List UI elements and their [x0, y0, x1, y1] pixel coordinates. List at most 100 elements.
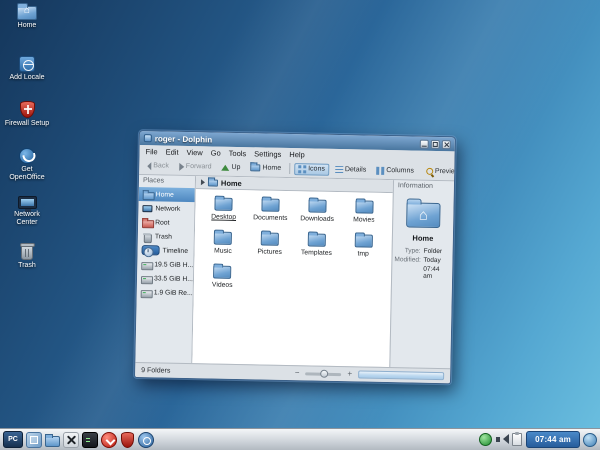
desktop-icon-home[interactable]: Home — [4, 3, 50, 30]
columns-view-icon — [376, 166, 385, 175]
preview-label: Preview — [434, 167, 456, 176]
trash-icon — [20, 243, 35, 260]
places-item-trash[interactable]: Trash — [138, 229, 194, 244]
places-item-home[interactable]: Home — [138, 187, 195, 203]
folder-item-music[interactable]: Music — [200, 231, 247, 255]
columns-view-button[interactable]: Columns — [372, 164, 418, 177]
trash-icon — [142, 231, 152, 241]
icons-view-label: Icons — [308, 165, 325, 173]
places-item-network[interactable]: Network — [138, 201, 194, 216]
desktop-icon-firewall-setup[interactable]: Firewall Setup — [4, 101, 50, 128]
zoom-slider-handle[interactable] — [320, 369, 329, 378]
x-tool-icon[interactable] — [63, 431, 79, 448]
folder-item-documents[interactable]: Documents — [247, 198, 294, 222]
folder-icon — [143, 189, 153, 199]
removable-drive-icon — [141, 287, 151, 297]
desktop-icon-network-center[interactable]: Network Center — [4, 196, 50, 227]
clock-icon — [141, 245, 160, 256]
dolphin-window: roger - Dolphin File Edit View Go Tools … — [134, 130, 456, 385]
menu-help[interactable]: Help — [289, 150, 305, 159]
modified-value-day: Today — [423, 256, 441, 265]
control-center-icon[interactable] — [138, 431, 154, 448]
home-folder-icon — [17, 3, 37, 20]
preview-button[interactable]: Preview — [422, 166, 456, 178]
menu-file[interactable]: File — [145, 147, 157, 156]
zoom-slider[interactable] — [305, 369, 342, 378]
places-item-timeline[interactable]: Timeline — [137, 243, 193, 258]
zoom-in-icon[interactable]: + — [347, 369, 352, 378]
dolphin-app-icon — [143, 134, 152, 143]
minimize-button[interactable] — [419, 139, 429, 149]
folder-count: 9 Folders — [141, 366, 171, 375]
show-desktop-icon[interactable] — [26, 431, 42, 448]
menu-tools[interactable]: Tools — [229, 148, 247, 157]
home-button[interactable]: Home — [246, 162, 285, 174]
places-item-drive-1[interactable]: 19.5 GiB H... — [137, 257, 193, 272]
menu-edit[interactable]: Edit — [166, 147, 179, 156]
folder-view-container: Home Desktop Documents Downloads Movies … — [192, 176, 394, 368]
breadcrumb-home[interactable]: Home — [221, 178, 242, 187]
places-item-root[interactable]: Root — [138, 215, 194, 230]
folder-item-videos[interactable]: Videos — [199, 265, 246, 289]
window-controls — [419, 139, 451, 149]
places-item-label: Network — [155, 204, 181, 213]
folder-label: Videos — [211, 281, 233, 289]
panel-toolbox-icon[interactable] — [583, 432, 597, 447]
desktop-icon-label: Get OpenOffice — [9, 166, 45, 181]
menu-view[interactable]: View — [187, 147, 203, 156]
folder-label: Templates — [300, 249, 332, 257]
folder-label: Downloads — [300, 215, 335, 223]
places-item-drive-2[interactable]: 33.5 GiB H... — [137, 271, 193, 286]
folder-item-tmp[interactable]: tmp — [340, 234, 387, 258]
icons-view-icon — [298, 164, 307, 173]
forward-label: Forward — [185, 162, 212, 171]
clock[interactable]: 07:44 am — [526, 431, 580, 448]
package-manager-icon[interactable] — [101, 431, 117, 448]
type-label: Type: — [404, 247, 421, 255]
folder-icon — [214, 197, 234, 211]
network-status-icon[interactable] — [479, 433, 493, 446]
icons-view-button[interactable]: Icons — [294, 162, 329, 176]
desktop-icon-label: Firewall Setup — [4, 120, 50, 127]
free-space-indicator — [358, 370, 445, 381]
maximize-button[interactable] — [430, 139, 440, 149]
desktop-icon-get-openoffice[interactable]: Get OpenOffice — [4, 148, 50, 182]
desktop-icon-trash[interactable]: Trash — [4, 243, 50, 270]
firewall-shield-icon — [19, 101, 35, 118]
terminal-icon[interactable] — [82, 431, 98, 448]
places-item-label: 1.9 GiB Re... — [153, 288, 193, 297]
desktop-icon-add-locale[interactable]: Add Locale — [4, 56, 50, 82]
volume-icon[interactable] — [495, 433, 510, 446]
details-view-button[interactable]: Details — [331, 163, 371, 176]
folder-item-desktop[interactable]: Desktop — [200, 197, 247, 221]
places-item-label: Home — [155, 190, 174, 199]
details-view-label: Details — [344, 166, 367, 174]
folder-item-movies[interactable]: Movies — [340, 200, 387, 224]
information-panel: Information Home Type: Folder Modified: … — [389, 180, 455, 369]
file-manager-icon[interactable] — [45, 433, 60, 447]
back-button[interactable]: Back — [143, 160, 173, 173]
close-button[interactable] — [441, 139, 451, 149]
up-button[interactable]: Up — [217, 162, 244, 174]
forward-button[interactable]: Forward — [175, 160, 216, 173]
firewall-shield-icon[interactable] — [121, 431, 134, 448]
folder-item-pictures[interactable]: Pictures — [246, 232, 293, 256]
network-icon — [142, 203, 152, 213]
clipboard-icon[interactable] — [512, 432, 523, 446]
folder-view[interactable]: Desktop Documents Downloads Movies Music… — [192, 189, 393, 368]
folder-item-templates[interactable]: Templates — [293, 233, 340, 257]
network-monitor-icon — [17, 196, 37, 212]
places-item-label: Trash — [154, 232, 173, 241]
zoom-out-icon[interactable]: − — [295, 368, 300, 377]
information-header: Information — [397, 182, 434, 190]
start-menu-button[interactable]: PC — [3, 431, 23, 448]
columns-view-label: Columns — [386, 166, 414, 175]
folder-item-downloads[interactable]: Downloads — [294, 199, 341, 223]
folder-icon — [354, 200, 374, 214]
back-arrow-icon — [147, 161, 152, 170]
places-item-label: 19.5 GiB H... — [154, 260, 194, 269]
menu-settings[interactable]: Settings — [254, 149, 281, 159]
menu-go[interactable]: Go — [211, 148, 221, 157]
places-item-removable[interactable]: 1.9 GiB Re... — [137, 285, 193, 300]
desktop-icon-label: Add Locale — [9, 74, 45, 81]
